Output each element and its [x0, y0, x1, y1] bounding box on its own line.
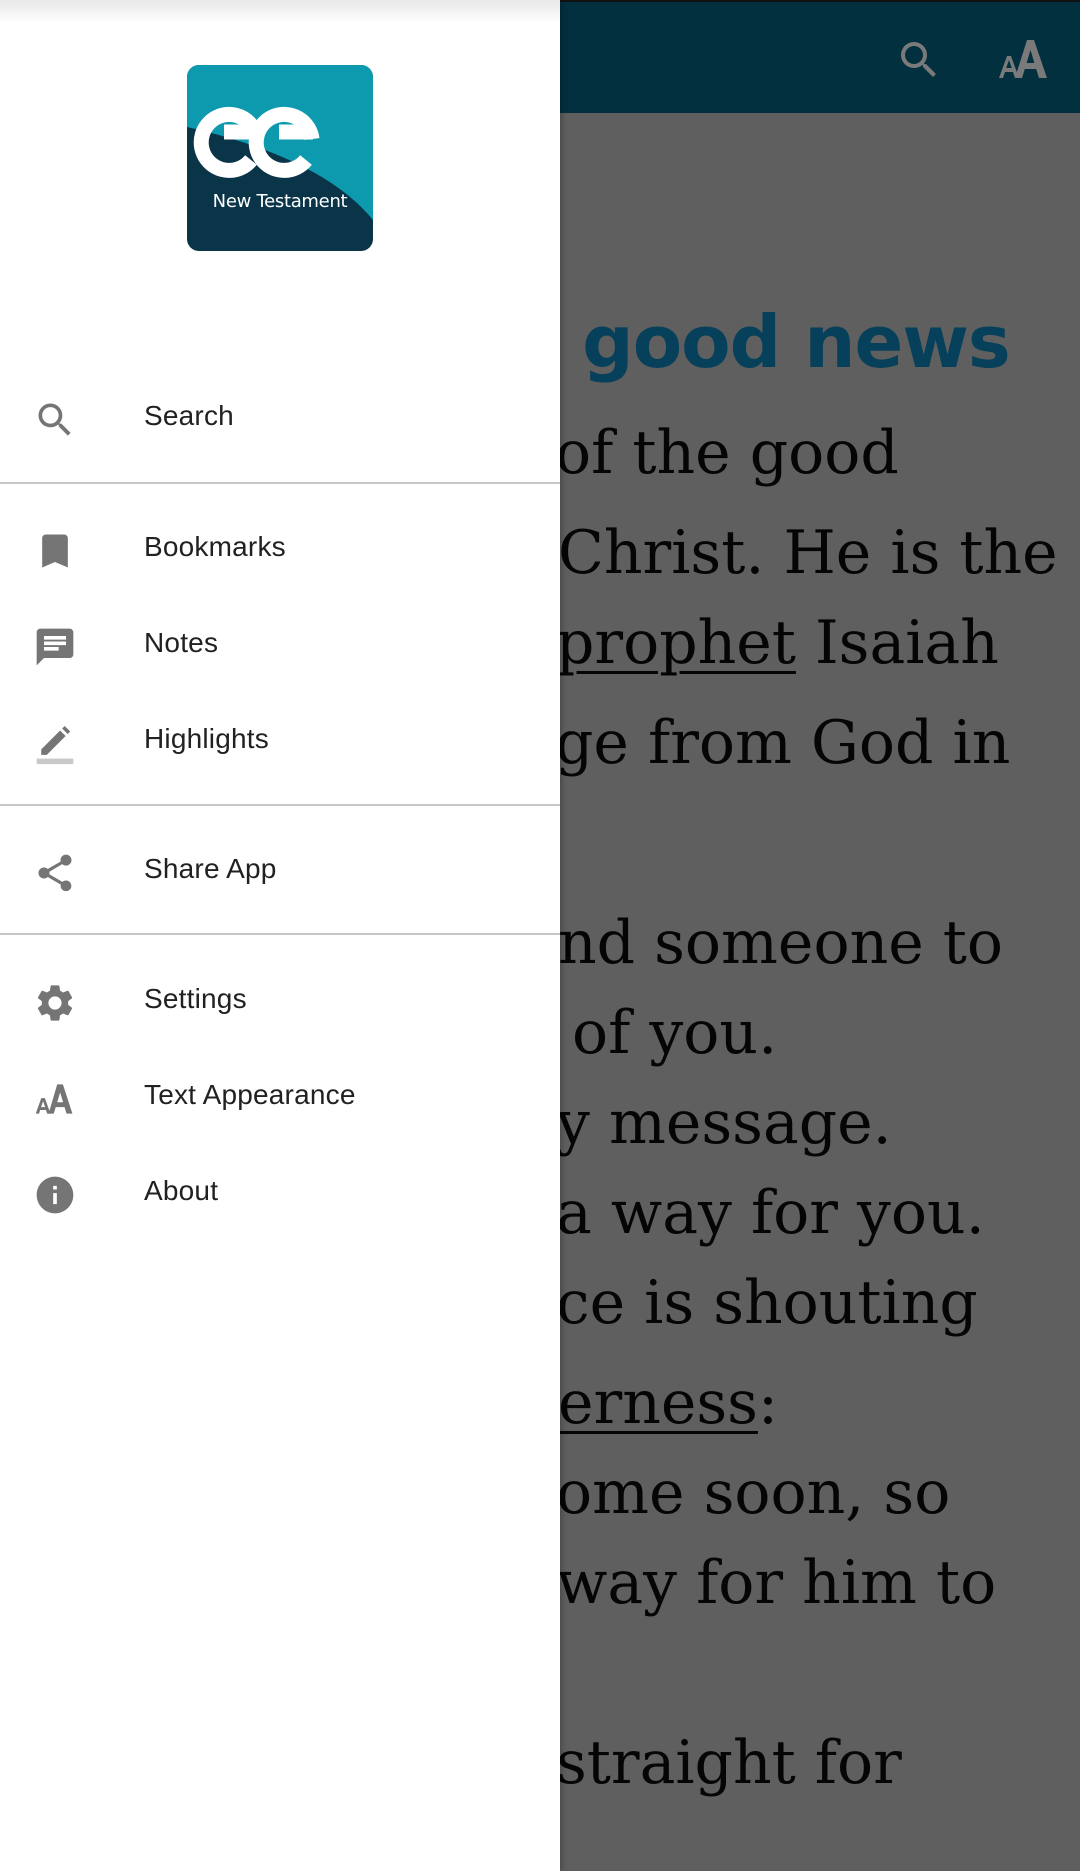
drawer-item-label: Highlights	[144, 723, 269, 754]
reader-line-text: ce is shouting	[556, 1268, 978, 1338]
gear-icon	[37, 985, 73, 1021]
drawer-item-label: Search	[144, 400, 234, 431]
drawer-item-search[interactable]: Search	[0, 370, 560, 466]
reader-line-text: Isaiah	[795, 608, 999, 678]
reader-line-text: ome soon, so	[556, 1458, 951, 1528]
reader-line: of you.	[572, 998, 777, 1068]
appbar-text-appearance-button[interactable]	[995, 36, 1047, 84]
reader-line-text: ge from God in	[555, 708, 1011, 778]
navigation-drawer: New Testament Search Bookmarks Notes Hig…	[0, 0, 560, 1871]
drawer-item-bookmarks[interactable]: Bookmarks	[0, 501, 560, 597]
reader-line: nd someone to	[558, 908, 1003, 978]
reader-line: prophet Isaiah	[556, 608, 999, 678]
appbar-search-button[interactable]	[895, 36, 943, 84]
reader-line-text: :	[757, 1368, 779, 1438]
reader-line: ge from God in	[555, 708, 1010, 778]
reader-line: Christ. He is the	[558, 518, 1058, 588]
drawer-divider	[0, 482, 560, 484]
reader-line: a way for you.	[556, 1178, 985, 1248]
info-icon	[36, 1176, 74, 1214]
text-size-icon	[35, 1084, 73, 1114]
reader-line-text: straight for	[556, 1728, 902, 1798]
reader-line: erness:	[558, 1368, 778, 1438]
drawer-item-label: Settings	[144, 983, 247, 1014]
drawer-item-label: About	[144, 1175, 219, 1206]
highlighter-icon	[36, 725, 74, 765]
drawer-item-label: Bookmarks	[144, 531, 286, 562]
notes-icon	[36, 628, 74, 666]
reader-line: straight for	[556, 1728, 902, 1798]
drawer-item-label: Text Appearance	[144, 1079, 356, 1110]
reader-line-text: Christ. He is the	[558, 518, 1058, 588]
app-logo: New Testament	[187, 65, 373, 251]
logo-graphic	[187, 65, 373, 251]
status-bar-shade	[0, 0, 560, 24]
share-icon	[38, 854, 72, 892]
drawer-item-highlights[interactable]: Highlights	[0, 693, 560, 789]
reader-line: ce is shouting	[556, 1268, 978, 1338]
reader-line-text: nd someone to	[558, 908, 1004, 978]
reader-line-text: a way for you.	[556, 1178, 985, 1248]
drawer-item-about[interactable]: About	[0, 1145, 560, 1241]
reader-line-text: way for him to	[556, 1548, 997, 1618]
reader-line: of the good	[555, 418, 899, 488]
reader-line-text: of the good	[555, 418, 899, 488]
search-icon	[901, 42, 936, 77]
drawer-divider	[0, 933, 560, 935]
reader-line: ome soon, so	[556, 1458, 950, 1528]
logo-caption: New Testament	[212, 191, 348, 212]
drawer-item-text-appearance[interactable]: Text Appearance	[0, 1049, 560, 1145]
drawer-item-share-app[interactable]: Share App	[0, 823, 560, 919]
glossary-link[interactable]: erness	[558, 1368, 758, 1438]
search-icon	[38, 403, 71, 436]
drawer-divider	[0, 804, 560, 806]
drawer-item-label: Notes	[144, 627, 219, 658]
drawer-item-label: Share App	[144, 853, 277, 884]
glossary-link[interactable]: prophet	[556, 608, 796, 678]
reader-line-text: of you.	[572, 998, 778, 1068]
drawer-item-settings[interactable]: Settings	[0, 953, 560, 1049]
drawer-item-notes[interactable]: Notes	[0, 597, 560, 693]
reader-line: way for him to	[556, 1548, 996, 1618]
reader-line: y message.	[556, 1088, 892, 1158]
bookmark-icon	[42, 534, 68, 568]
reader-line-text: y message.	[556, 1088, 892, 1158]
text-size-icon	[999, 40, 1047, 78]
